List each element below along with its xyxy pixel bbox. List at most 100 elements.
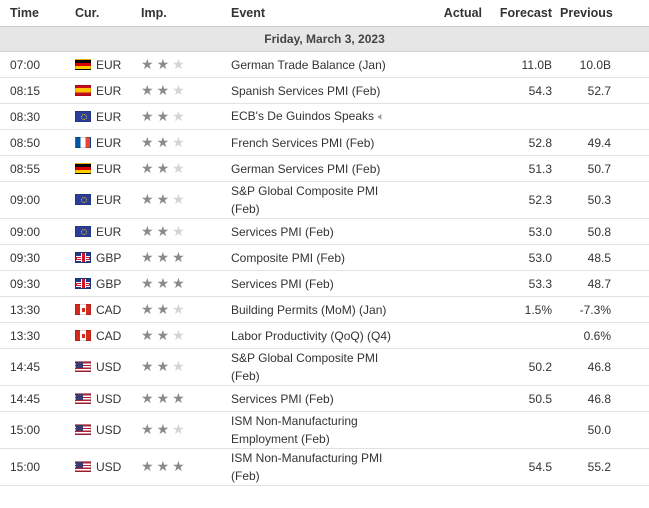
star-icon: ★ (172, 160, 188, 177)
event-previous: 48.5 (560, 244, 649, 271)
event-previous: 50.7 (560, 155, 649, 182)
event-actual (411, 103, 490, 130)
event-actual (411, 411, 490, 449)
star-icon: ★ (172, 275, 188, 292)
event-name-cell[interactable]: Composite PMI (Feb) (231, 244, 411, 271)
event-row[interactable]: 15:00 USD ★★★ ISM Non-Manufacturing PMI (Fe… (0, 448, 649, 486)
event-previous: 50.0 (560, 411, 649, 449)
flag-fr-icon (75, 136, 91, 148)
event-actual (411, 77, 490, 104)
event-name[interactable]: Labor Productivity (QoQ) (Q4) (231, 329, 391, 343)
event-name-cell[interactable]: ECB's De Guindos Speaks 🔈︎ (231, 103, 411, 130)
event-name-cell[interactable]: German Services PMI (Feb) (231, 155, 411, 182)
event-name[interactable]: S&P Global Composite PMI (Feb) (231, 351, 378, 383)
event-name-cell[interactable]: Services PMI (Feb) (231, 270, 411, 297)
event-name-cell[interactable]: S&P Global Composite PMI (Feb) (231, 181, 411, 219)
star-icon: ★ (156, 223, 173, 240)
column-header-time[interactable]: Time (0, 0, 75, 27)
event-forecast (490, 322, 560, 349)
event-previous: -7.3% (560, 296, 649, 323)
flag-eu-icon (75, 110, 91, 122)
star-icon: ★ (141, 459, 157, 475)
flag-ca-icon (75, 303, 91, 315)
event-name-cell[interactable]: Labor Productivity (QoQ) (Q4) (231, 322, 411, 349)
star-icon: ★ (141, 134, 157, 151)
event-name[interactable]: Composite PMI (Feb) (231, 251, 345, 265)
event-name[interactable]: Services PMI (Feb) (231, 392, 334, 406)
event-previous: 46.8 (560, 348, 649, 386)
event-currency: EUR (96, 161, 122, 176)
event-name-cell[interactable]: ISM Non-Manufacturing PMI (Feb) (231, 448, 411, 486)
event-currency-cell: USD (75, 348, 141, 386)
column-header-event[interactable]: Event (231, 0, 411, 27)
star-icon: ★ (156, 390, 173, 407)
event-name-cell[interactable]: Building Permits (MoM) (Jan) (231, 296, 411, 323)
event-name-cell[interactable]: Spanish Services PMI (Feb) (231, 77, 411, 104)
event-currency: EUR (96, 193, 122, 207)
event-row[interactable]: 14:45 USD ★★★ Services PMI (Feb) 50.5 46.8 (0, 385, 649, 412)
event-row[interactable]: 13:30 CAD ★★★ Labor Productivity (QoQ) (Q4)… (0, 322, 649, 349)
flag-us-icon (75, 361, 91, 372)
flag-de-icon (75, 162, 91, 174)
event-currency: EUR (96, 83, 122, 98)
event-row[interactable]: 07:00 EUR ★★★ German Trade Balance (Jan) 11.… (0, 51, 649, 78)
event-row[interactable]: 09:00 EUR ★★★ S&P Global Composite PMI (Feb… (0, 181, 649, 219)
event-row[interactable]: 08:30 EUR ★★★ ECB's De Guindos Speaks 🔈︎ (0, 103, 649, 130)
event-name[interactable]: German Services PMI (Feb) (231, 162, 380, 176)
event-row[interactable]: 08:50 EUR ★★★ French Services PMI (Feb) 52.8… (0, 129, 649, 156)
event-name[interactable]: Services PMI (Feb) (231, 277, 334, 291)
event-name-cell[interactable]: S&P Global Composite PMI (Feb) (231, 348, 411, 386)
column-header-previous[interactable]: Previous (560, 0, 649, 27)
column-header-currency[interactable]: Cur. (75, 0, 141, 27)
event-currency-cell: EUR (75, 155, 141, 182)
event-name[interactable]: ISM Non-Manufacturing PMI (Feb) (231, 451, 382, 483)
event-row[interactable]: 13:30 CAD ★★★ Building Permits (MoM) (Jan) 1… (0, 296, 649, 323)
event-importance: ★★★ (141, 385, 231, 412)
event-name[interactable]: ISM Non-Manufacturing Employment (Feb) (231, 414, 358, 446)
star-icon: ★ (141, 327, 157, 344)
flag-gb-icon (75, 251, 91, 263)
event-name-cell[interactable]: German Trade Balance (Jan) (231, 51, 411, 78)
column-header-importance[interactable]: Imp. (141, 0, 231, 27)
event-actual (411, 296, 490, 323)
event-name[interactable]: ECB's De Guindos Speaks (231, 109, 374, 123)
event-row[interactable]: 08:55 EUR ★★★ German Services PMI (Feb) 51.3… (0, 155, 649, 182)
column-header-actual[interactable]: Actual (411, 0, 490, 27)
event-forecast: 51.3 (490, 155, 560, 182)
economic-calendar-table: Time Cur. Imp. Event Actual Forecast Pre… (0, 0, 649, 486)
event-row[interactable]: 09:30 GBP ★★★ Composite PMI (Feb) 53.0 48.5 (0, 244, 649, 271)
star-icon: ★ (156, 249, 173, 266)
event-name[interactable]: S&P Global Composite PMI (Feb) (231, 184, 378, 216)
event-actual (411, 244, 490, 271)
event-previous: 10.0B (560, 51, 649, 78)
event-previous: 50.3 (560, 181, 649, 219)
event-time: 09:30 (0, 244, 75, 271)
flag-es-icon (75, 84, 91, 96)
event-name[interactable]: Services PMI (Feb) (231, 225, 334, 239)
event-name[interactable]: French Services PMI (Feb) (231, 136, 374, 150)
event-name[interactable]: Spanish Services PMI (Feb) (231, 84, 380, 98)
event-row[interactable]: 09:30 GBP ★★★ Services PMI (Feb) 53.3 48.7 (0, 270, 649, 297)
event-currency-cell: EUR (75, 218, 141, 245)
column-header-forecast[interactable]: Forecast (490, 0, 560, 27)
event-row[interactable]: 08:15 EUR ★★★ Spanish Services PMI (Feb) 54.… (0, 77, 649, 104)
event-actual (411, 155, 490, 182)
event-name-cell[interactable]: Services PMI (Feb) (231, 218, 411, 245)
event-importance: ★★★ (141, 218, 231, 245)
event-forecast: 50.2 (490, 348, 560, 386)
event-actual (411, 218, 490, 245)
star-icon: ★ (172, 327, 188, 344)
event-name-cell[interactable]: French Services PMI (Feb) (231, 129, 411, 156)
event-row[interactable]: 09:00 EUR ★★★ Services PMI (Feb) 53.0 50.8 (0, 218, 649, 245)
event-importance: ★★★ (141, 296, 231, 323)
event-name[interactable]: Building Permits (MoM) (Jan) (231, 303, 386, 317)
event-name-cell[interactable]: ISM Non-Manufacturing Employment (Feb) (231, 411, 411, 449)
star-icon: ★ (156, 275, 173, 292)
event-name[interactable]: German Trade Balance (Jan) (231, 58, 386, 72)
event-name-cell[interactable]: Services PMI (Feb) (231, 385, 411, 412)
event-importance: ★★★ (141, 244, 231, 271)
event-forecast: 54.5 (490, 448, 560, 486)
event-row[interactable]: 14:45 USD ★★★ S&P Global Composite PMI (Feb… (0, 348, 649, 386)
star-icon: ★ (156, 301, 173, 318)
event-row[interactable]: 15:00 USD ★★★ ISM Non-Manufacturing Employm… (0, 411, 649, 449)
